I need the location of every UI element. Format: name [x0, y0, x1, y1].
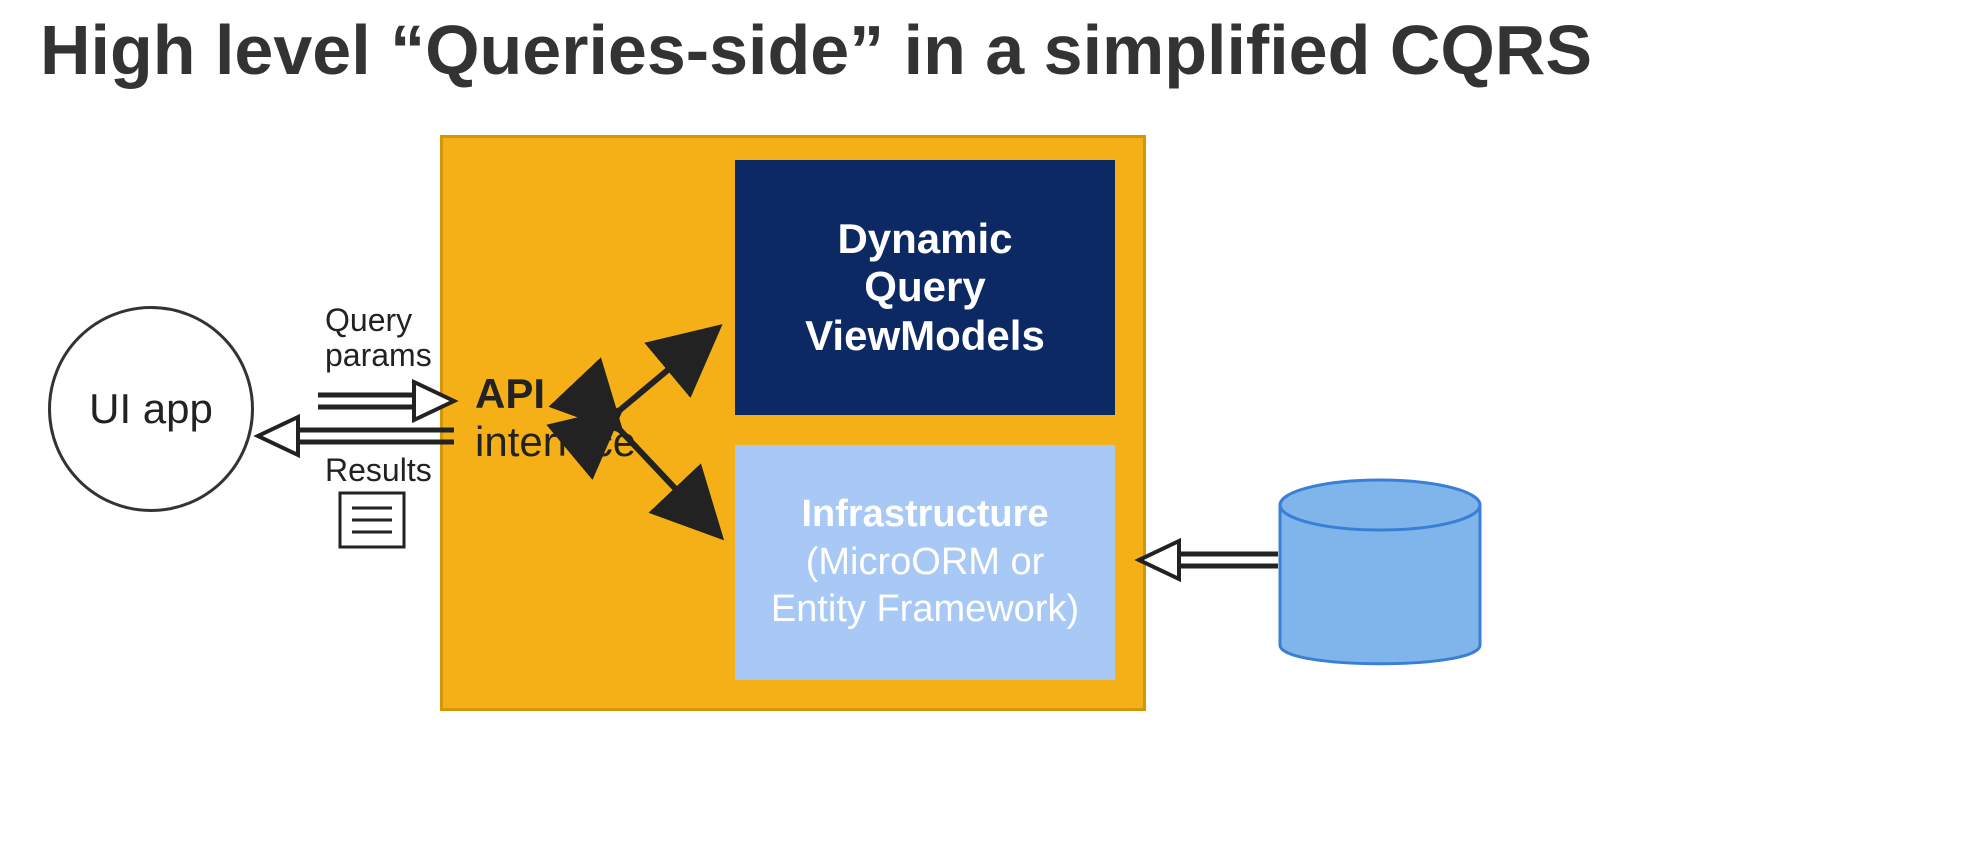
infra-line-2: (MicroORM or [806, 541, 1045, 583]
vm-line-3: ViewModels [805, 312, 1045, 359]
api-text-sub: interface [475, 418, 636, 465]
vm-line-2: Query [864, 263, 985, 310]
viewmodels-box: Dynamic Query ViewModels [735, 160, 1115, 415]
infra-line-1: Infrastructure [801, 493, 1048, 535]
arrow-db-to-infra [1139, 541, 1278, 579]
results-doc-icon [340, 493, 404, 547]
arrow-ui-to-api [318, 382, 454, 420]
infrastructure-box: Infrastructure (MicroORM or Entity Frame… [735, 445, 1115, 680]
query-params-label: Query params [325, 303, 432, 373]
arrow-api-to-ui [258, 417, 454, 455]
api-interface-label: API interface [475, 370, 636, 466]
query-params-line-2: params [325, 337, 432, 373]
diagram-canvas: High level “Queries-side” in a simplifie… [0, 0, 1981, 842]
results-label: Results [325, 452, 432, 489]
vm-line-1: Dynamic [837, 215, 1012, 262]
diagram-title: High level “Queries-side” in a simplifie… [40, 10, 1592, 90]
database-label: Database [1296, 578, 1459, 621]
database-cylinder-icon [1280, 480, 1480, 664]
query-params-line-1: Query [325, 302, 412, 338]
api-text-bold: API [475, 370, 545, 417]
ui-app-label: UI app [89, 385, 213, 433]
ui-app-node: UI app [48, 306, 254, 512]
infra-line-3: Entity Framework) [771, 588, 1079, 630]
